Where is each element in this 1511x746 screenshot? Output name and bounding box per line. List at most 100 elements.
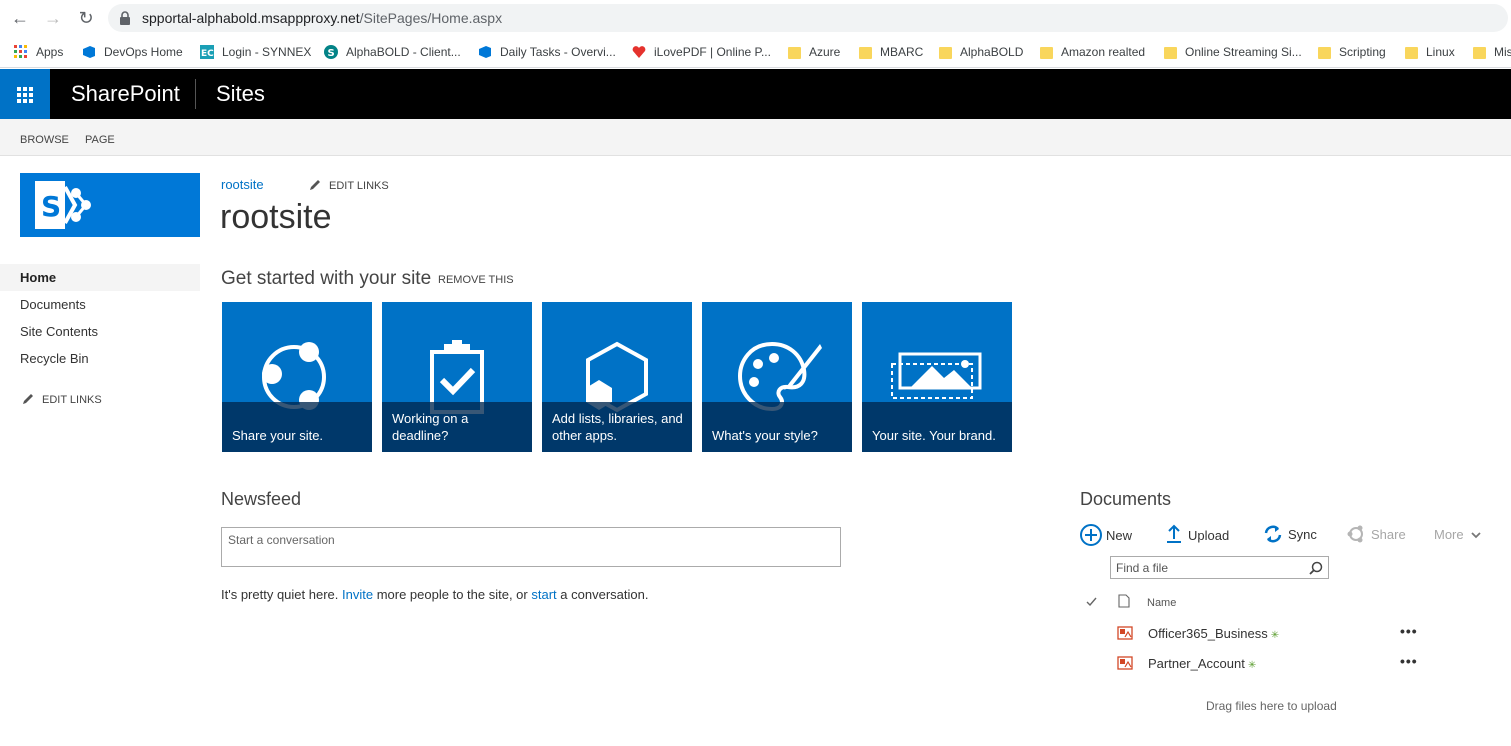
upload-button[interactable]: Upload: [1166, 524, 1229, 546]
ribbon-tab-browse[interactable]: BROWSE: [20, 134, 69, 146]
document-row[interactable]: Partner_Account ✳ •••: [1080, 650, 1440, 676]
bookmark-label: MBARC: [880, 45, 924, 59]
bookmark-alphabold[interactable]: AlphaBOLD: [939, 42, 1023, 62]
app-launcher-button[interactable]: [0, 69, 50, 119]
folder-icon: [1164, 47, 1177, 59]
bookmark-ilovepdf[interactable]: iLovePDF | Online P...: [632, 42, 771, 62]
tile-caption: Working on a deadline?: [382, 402, 532, 452]
new-button[interactable]: New: [1080, 524, 1132, 546]
powerpoint-file-icon: [1117, 656, 1133, 670]
ribbon-tab-page[interactable]: PAGE: [85, 134, 115, 146]
new-item-star-icon: ✳: [1270, 630, 1280, 641]
nav-item-documents[interactable]: Documents: [0, 291, 200, 318]
invite-link[interactable]: Invite: [342, 587, 373, 602]
bookmark-label: Online Streaming Si...: [1185, 45, 1302, 59]
tile-deadline[interactable]: Working on a deadline?: [382, 302, 532, 452]
address-bar[interactable]: spportal-alphabold.msappproxy.net/SitePa…: [108, 4, 1508, 32]
tile-caption: What's your style?: [702, 402, 852, 452]
upload-arrow-icon: [1167, 524, 1181, 543]
bookmark-label: Azure: [809, 45, 841, 59]
document-name[interactable]: Officer365_Business ✳: [1148, 626, 1279, 641]
more-options-icon[interactable]: •••: [1400, 653, 1418, 669]
more-options-icon[interactable]: •••: [1400, 623, 1418, 639]
select-all-checkmark-icon[interactable]: [1086, 597, 1097, 606]
breadcrumb-rootsite[interactable]: rootsite: [221, 177, 264, 192]
tile-brand[interactable]: Your site. Your brand.: [862, 302, 1012, 452]
forward-arrow-icon[interactable]: →: [43, 8, 63, 28]
quiet-text-3: a conversation.: [560, 587, 649, 602]
tile-add-apps[interactable]: Add lists, libraries, and other apps.: [542, 302, 692, 452]
lock-icon: [120, 11, 130, 25]
bookmark-apps[interactable]: Apps: [14, 42, 63, 62]
bookmark-azure[interactable]: Azure: [788, 42, 840, 62]
start-link[interactable]: start: [531, 587, 556, 602]
chevron-down-icon: [1471, 532, 1481, 539]
document-row[interactable]: Officer365_Business ✳ •••: [1080, 620, 1440, 646]
reload-icon[interactable]: ↻: [76, 8, 96, 28]
conversation-input[interactable]: Start a conversation: [221, 527, 841, 567]
bookmark-devops-home[interactable]: DevOps Home: [82, 42, 183, 62]
tile-style[interactable]: What's your style?: [702, 302, 852, 452]
remove-this-link[interactable]: REMOVE THIS: [438, 274, 514, 286]
bookmark-label: AlphaBOLD - Client...: [346, 45, 461, 59]
folder-icon: [1473, 47, 1486, 59]
file-type-icon: [1118, 594, 1130, 608]
new-label: New: [1106, 528, 1133, 543]
bookmark-label: iLovePDF | Online P...: [654, 45, 771, 59]
tile-caption: Add lists, libraries, and other apps.: [542, 402, 692, 452]
find-file-placeholder: Find a file: [1116, 561, 1169, 575]
documents-title: Documents: [1080, 489, 1172, 509]
svg-text:S: S: [328, 48, 335, 59]
bookmark-online-streaming[interactable]: Online Streaming Si...: [1164, 42, 1302, 62]
site-logo[interactable]: S: [20, 173, 200, 237]
folder-icon: [1318, 47, 1331, 59]
name-column-header[interactable]: Name: [1147, 597, 1176, 609]
share-button[interactable]: Share: [1347, 524, 1406, 546]
bookmark-label: Mis: [1494, 45, 1511, 59]
bookmark-label: DevOps Home: [104, 45, 183, 59]
bookmark-login-synnex[interactable]: EC Login - SYNNEX: [200, 42, 311, 62]
bookmark-alphabold-client[interactable]: S AlphaBOLD - Client...: [324, 42, 461, 62]
folder-icon: [788, 47, 801, 59]
folder-icon: [1405, 47, 1418, 59]
devops-icon: [479, 46, 491, 58]
suite-sites-link[interactable]: Sites: [216, 81, 265, 107]
search-icon[interactable]: [1309, 561, 1323, 575]
ec-icon: EC: [200, 45, 214, 59]
devops-icon: [83, 46, 95, 58]
share-label: Share: [1371, 527, 1406, 542]
nav-item-home[interactable]: Home: [0, 264, 200, 291]
bookmark-amazon-realted[interactable]: Amazon realted: [1040, 42, 1145, 62]
suite-brand[interactable]: SharePoint: [71, 81, 180, 107]
sync-button[interactable]: Sync: [1264, 524, 1317, 546]
more-button[interactable]: More: [1434, 524, 1481, 546]
bookmarks-bar: Apps DevOps Home EC Login - SYNNEX S Alpha…: [0, 36, 1511, 68]
more-label: More: [1434, 527, 1464, 542]
tile-caption: Share your site.: [222, 402, 372, 452]
powerpoint-file-icon: [1117, 626, 1133, 640]
page-title: rootsite: [220, 198, 332, 236]
header-edit-links[interactable]: EDIT LINKS: [309, 179, 389, 192]
pencil-icon: [310, 180, 320, 190]
tile-share-site[interactable]: Share your site.: [222, 302, 372, 452]
bookmark-linux[interactable]: Linux: [1405, 42, 1455, 62]
find-file-input[interactable]: Find a file: [1110, 556, 1329, 579]
back-arrow-icon[interactable]: ←: [10, 8, 30, 28]
conversation-placeholder: Start a conversation: [228, 533, 335, 547]
nav-edit-links-label: EDIT LINKS: [42, 394, 102, 406]
sync-icon: [1264, 525, 1282, 543]
bookmark-mis[interactable]: Mis: [1473, 42, 1511, 62]
bookmark-mbarc[interactable]: MBARC: [859, 42, 923, 62]
bookmark-scripting[interactable]: Scripting: [1318, 42, 1386, 62]
apps-grid-icon: [14, 45, 27, 58]
document-name[interactable]: Partner_Account ✳: [1148, 656, 1256, 671]
url-host: spportal-alphabold.msappproxy.net: [142, 10, 360, 26]
tile-label: Working on a deadline?: [392, 411, 469, 443]
nav-edit-links[interactable]: EDIT LINKS: [22, 393, 102, 406]
bookmark-daily-tasks[interactable]: Daily Tasks - Overvi...: [478, 42, 616, 62]
get-started-title: Get started with your site: [221, 268, 432, 289]
sync-label: Sync: [1288, 527, 1317, 542]
nav-item-site-contents[interactable]: Site Contents: [0, 318, 200, 345]
nav-item-recycle-bin[interactable]: Recycle Bin: [0, 345, 200, 372]
newsfeed-title: Newsfeed: [221, 489, 302, 509]
